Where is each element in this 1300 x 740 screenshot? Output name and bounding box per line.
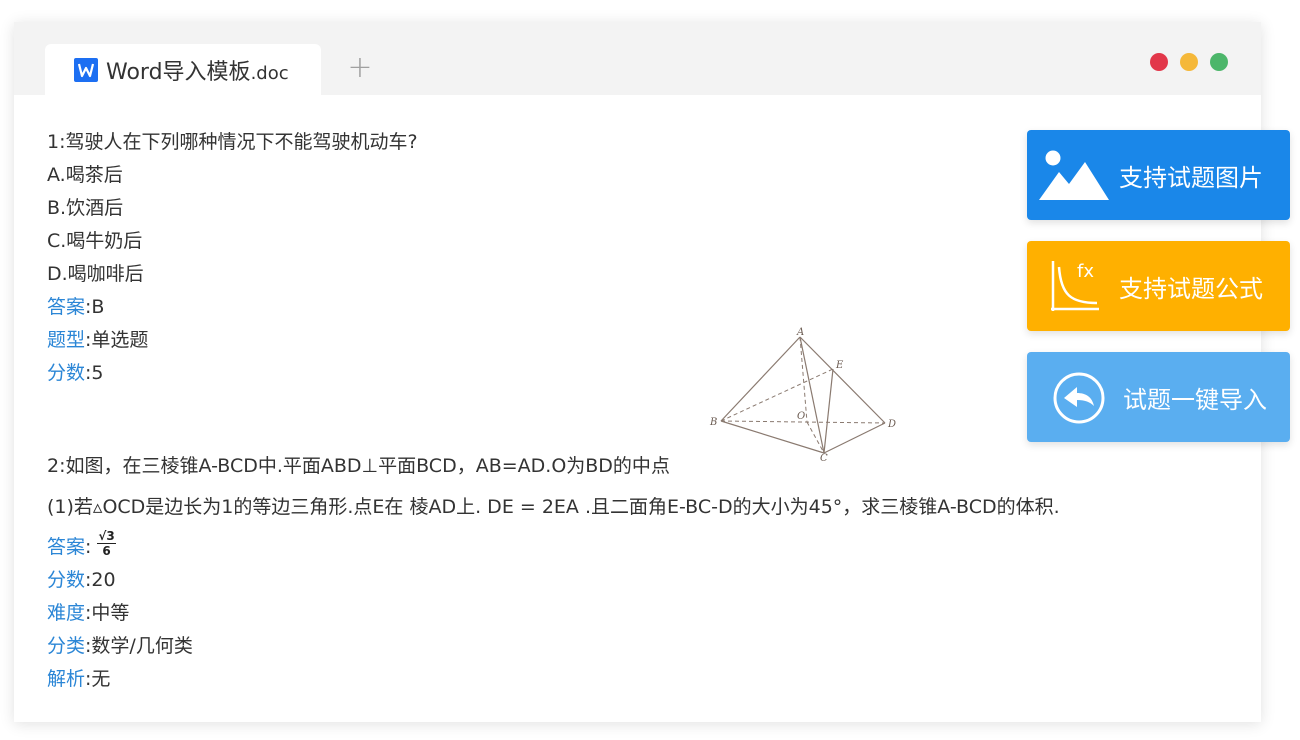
document-tab[interactable]: Word导入模板.doc <box>45 44 321 95</box>
feature-formula-support: fx 支持试题公式 <box>1027 241 1290 331</box>
category-label: 分类 <box>47 635 86 657</box>
score-value: :5 <box>85 362 104 384</box>
answer-colon: : <box>85 536 92 558</box>
window-controls <box>1150 53 1228 71</box>
question1-option: B.饮酒后 <box>47 197 124 219</box>
feature-image-label: 支持试题图片 <box>1119 163 1263 192</box>
answer-label: 答案 <box>47 536 86 558</box>
question1-option: A.喝茶后 <box>47 164 123 186</box>
vertex-label-b: B <box>709 417 717 428</box>
formula-icon: fx <box>1051 261 1099 311</box>
difficulty-label: 难度 <box>47 602 86 624</box>
question1-type: 题型:单选题 <box>47 324 1127 357</box>
answer-label: 答案 <box>47 296 86 318</box>
question1-option: C.喝牛奶后 <box>47 230 143 252</box>
score-label: 分数 <box>47 569 86 591</box>
vertex-label-c: C <box>820 453 828 461</box>
type-value: :单选题 <box>85 329 149 351</box>
difficulty-value: :中等 <box>85 602 130 624</box>
analysis-label: 解析 <box>47 668 86 690</box>
score-label: 分数 <box>47 362 86 384</box>
minimize-window-button[interactable] <box>1180 53 1198 71</box>
fraction-numerator: √3 <box>97 529 116 544</box>
new-tab-button[interactable]: + <box>347 53 373 83</box>
import-questions-button[interactable]: 试题一键导入 <box>1027 352 1290 442</box>
vertex-label-e: E <box>835 360 844 371</box>
question2-subquestion: (1)若▵OCD是边长为1的等边三角形.点E在 棱AD上. DE = 2EA .… <box>47 496 1060 518</box>
vertex-label-o: O <box>797 411 805 422</box>
question2-analysis: 解析:无 <box>47 663 1127 696</box>
question1-option: D.喝咖啡后 <box>47 263 144 285</box>
fx-label: fx <box>1077 261 1094 282</box>
feature-image-support: 支持试题图片 <box>1027 130 1290 220</box>
feature-formula-label: 支持试题公式 <box>1119 274 1263 303</box>
question1-stem: 1:驾驶人在下列哪种情况下不能驾驶机动车? <box>47 131 418 153</box>
maximize-window-button[interactable] <box>1210 53 1228 71</box>
reply-arrow-icon <box>1053 372 1105 424</box>
score-value: :20 <box>85 569 116 591</box>
vertex-label-a: A <box>796 327 804 338</box>
answer-fraction: √3 6 <box>97 529 116 558</box>
image-icon <box>1039 150 1109 200</box>
question1-answer: 答案:B <box>47 291 1127 324</box>
question2-score: 分数:20 <box>47 564 1127 597</box>
question1-score: 分数:5 <box>47 357 1127 390</box>
document-content: 1:驾驶人在下列哪种情况下不能驾驶机动车? A.喝茶后 B.饮酒后 C.喝牛奶后… <box>47 126 1127 696</box>
close-window-button[interactable] <box>1150 53 1168 71</box>
vertex-label-d: D <box>887 419 896 430</box>
tab-title: Word导入模板.doc <box>106 59 289 85</box>
fraction-denominator: 6 <box>102 544 111 558</box>
word-doc-icon <box>74 57 98 82</box>
question2-stem-row: 2:如图，在三棱锥A-BCD中.平面ABD⊥平面BCD，AB=AD.O为BD的中… <box>47 327 1127 483</box>
title-bar: Word导入模板.doc + <box>14 22 1261 95</box>
type-label: 题型 <box>47 329 86 351</box>
question2-category: 分类:数学/几何类 <box>47 630 1127 663</box>
question2-stem: 2:如图，在三棱锥A-BCD中.平面ABD⊥平面BCD，AB=AD.O为BD的中… <box>47 455 670 477</box>
analysis-value: :无 <box>85 668 111 690</box>
question2-difficulty: 难度:中等 <box>47 597 1127 630</box>
import-questions-label: 试题一键导入 <box>1123 385 1267 414</box>
question2-answer: 答案: √3 6 <box>47 529 1127 564</box>
pyramid-figure: A B C D E O <box>709 327 896 461</box>
category-value: :数学/几何类 <box>85 635 193 657</box>
answer-value: :B <box>85 296 105 318</box>
